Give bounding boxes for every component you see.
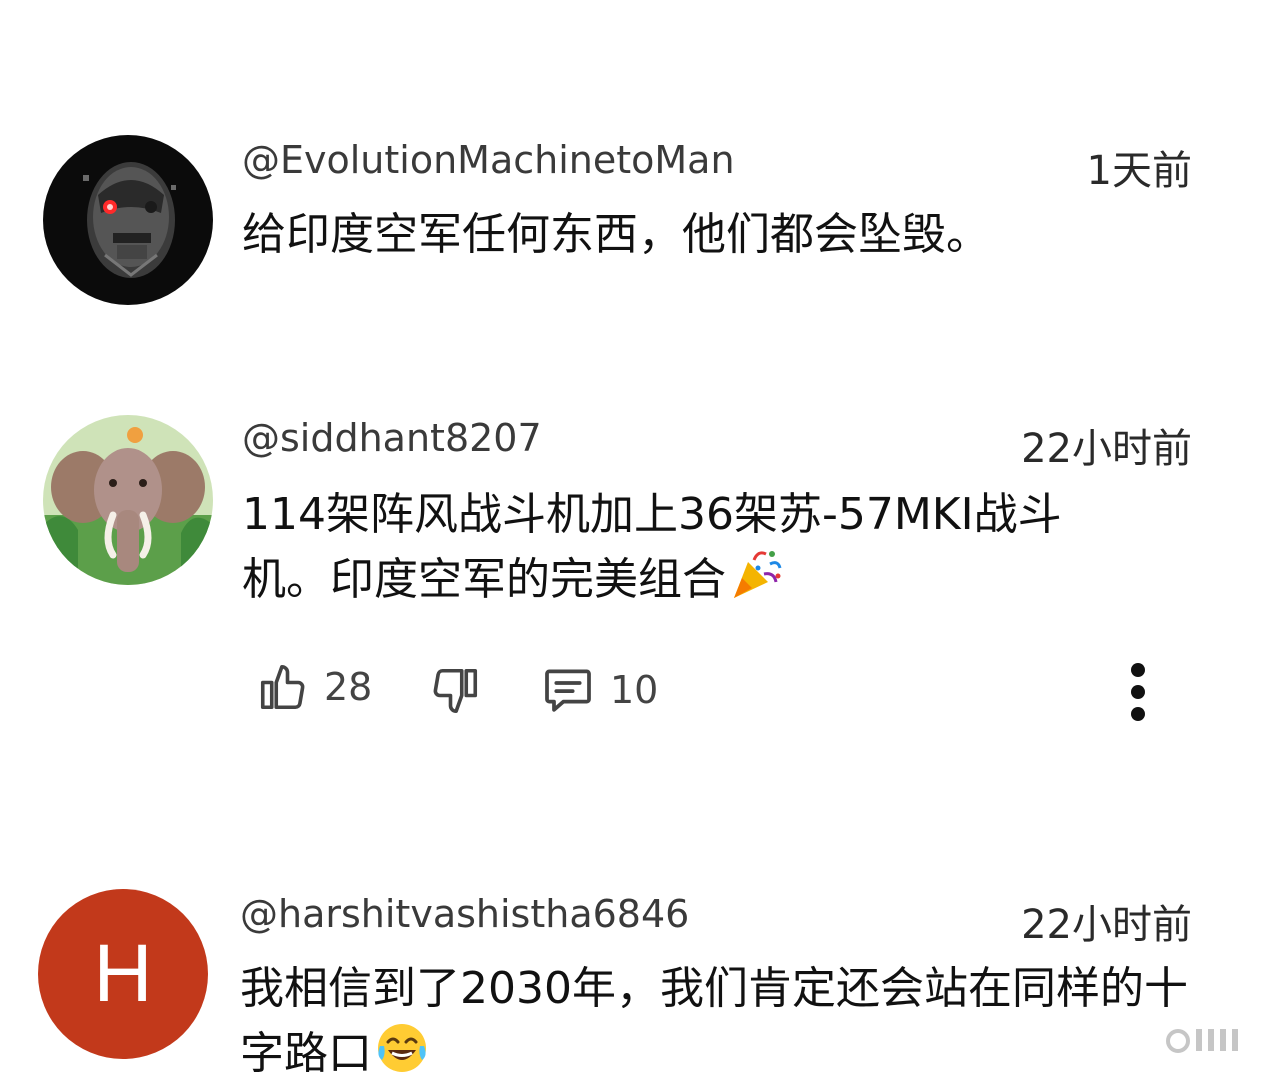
comment-text: 我相信到了2030年，我们肯定还会站在同样的十字路口 xyxy=(240,958,1205,1091)
more-options-button[interactable] xyxy=(1118,660,1158,724)
comment-actions: 28 10 xyxy=(0,660,1280,730)
avatar-letter[interactable]: H xyxy=(38,889,208,1059)
robot-avatar-image xyxy=(43,135,213,305)
reply-count: 10 xyxy=(610,668,659,712)
comment-timestamp: 1天前 xyxy=(1086,148,1192,194)
comment-timestamp: 22小时前 xyxy=(1021,426,1192,472)
party-popper-emoji xyxy=(728,546,784,619)
watermark-logo xyxy=(1112,1023,1252,1063)
like-button[interactable]: 28 xyxy=(256,660,372,714)
comment-username[interactable]: @siddhant8207 xyxy=(242,416,542,460)
like-count: 28 xyxy=(324,665,373,709)
tears-of-joy-emoji xyxy=(374,1020,430,1091)
more-vertical-icon xyxy=(1131,663,1145,721)
comments-page: @EvolutionMachinetoMan 1天前 给印度空军任何东西，他们都… xyxy=(0,0,1280,1091)
reply-button[interactable]: 10 xyxy=(540,662,658,718)
comment-text-content: 给印度空军任何东西，他们都会坠毁。 xyxy=(242,209,990,260)
thumbs-down-icon xyxy=(433,668,478,714)
thumbs-up-icon xyxy=(260,664,305,710)
avatar-letter-text: H xyxy=(93,928,153,1019)
comment-text: 114架阵风战斗机加上36架苏-57MKI战斗机。印度空军的完美组合 xyxy=(242,484,1142,619)
avatar-robot[interactable] xyxy=(43,135,213,305)
comment-username[interactable]: @EvolutionMachinetoMan xyxy=(242,138,735,182)
comment-username[interactable]: @harshitvashistha6846 xyxy=(240,892,689,936)
comment-text-content: 114架阵风战斗机加上36架苏-57MKI战斗机。印度空军的完美组合 xyxy=(242,489,1062,605)
elephant-avatar-image xyxy=(43,415,213,585)
comment-timestamp: 22小时前 xyxy=(1021,902,1192,948)
dislike-button[interactable] xyxy=(428,664,482,718)
avatar-elephant[interactable] xyxy=(43,415,213,585)
comment-text: 给印度空军任何东西，他们都会坠毁。 xyxy=(242,204,1202,266)
comment-icon xyxy=(545,669,591,712)
